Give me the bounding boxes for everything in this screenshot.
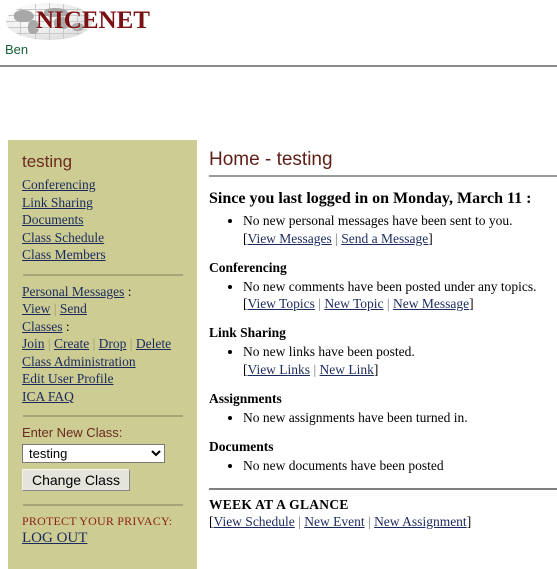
bracket-close: ] (428, 230, 433, 246)
sidebar-item-class-schedule[interactable]: Class Schedule (22, 229, 185, 247)
view-messages-link[interactable]: View Messages (248, 231, 332, 246)
logo-wordmark: NICENET (36, 7, 150, 34)
sidebar-divider-2 (23, 415, 183, 417)
link-sharing-summary: No new links have been posted. [View Lin… (209, 344, 557, 378)
personal-messages-colon: : (124, 283, 132, 299)
new-assignment-link[interactable]: New Assignment (374, 514, 467, 529)
classes-delete-link[interactable]: Delete (136, 336, 171, 351)
classes-sep-1: | (44, 336, 54, 351)
classes-join-link[interactable]: Join (22, 336, 45, 351)
action-sep: | (331, 230, 342, 246)
conferencing-summary: No new comments have been posted under a… (209, 279, 557, 313)
bracket-close: ] (469, 296, 474, 311)
bracket-close: ] (466, 513, 472, 529)
sidebar-divider-1 (23, 273, 183, 276)
header-divider (0, 65, 557, 67)
view-links-link[interactable]: View Links (248, 362, 311, 377)
page-header: NICENET Ben (0, 0, 557, 67)
pm-sep-1: | (50, 301, 60, 316)
section-heading-link-sharing: Link Sharing (209, 325, 286, 340)
summary-text: No new assignments have been turned in. (243, 409, 468, 425)
classes-drop-link[interactable]: Drop (99, 336, 127, 351)
list-item: No new assignments have been turned in. (243, 410, 557, 427)
week-at-a-glance-title: WEEK AT A GLANCE (209, 496, 349, 512)
summary-actions: [View Messages | Send a Message] (243, 230, 557, 247)
enter-new-class-label: Enter New Class: (22, 425, 123, 440)
section-heading-conferencing: Conferencing (209, 259, 287, 275)
list-item: No new documents have been posted (243, 458, 557, 475)
assignments-summary: No new assignments have been turned in. (209, 410, 557, 427)
section-heading-documents: Documents (209, 439, 274, 454)
pm-view-link[interactable]: View (22, 301, 50, 316)
sidebar-item-class-administration[interactable]: Class Administration (22, 353, 185, 371)
view-topics-link[interactable]: View Topics (248, 296, 315, 311)
action-sep: | (364, 513, 375, 529)
class-select[interactable]: testing (22, 444, 165, 463)
action-sep: | (314, 296, 325, 311)
sidebar-divider-3 (23, 504, 183, 506)
summary-text: No new personal messages have been sent … (243, 213, 513, 228)
action-sep: | (310, 361, 320, 377)
sidebar: testing Conferencing Link Sharing Docume… (8, 140, 197, 569)
classes-actions: Join | Create | Drop | Delete (22, 335, 185, 353)
logout-link[interactable]: LOG OUT (22, 529, 185, 547)
list-item: No new comments have been posted under a… (243, 279, 557, 313)
personal-messages-label[interactable]: Personal Messages (22, 284, 124, 299)
classes-sep-3: | (126, 336, 136, 351)
sidebar-item-conferencing[interactable]: Conferencing (22, 176, 185, 194)
action-sep: | (383, 296, 393, 311)
sidebar-item-edit-user-profile[interactable]: Edit User Profile (22, 370, 185, 388)
new-topic-link[interactable]: New Topic (324, 296, 383, 311)
list-item: No new personal messages have been sent … (243, 213, 557, 247)
privacy-notice: PROTECT YOUR PRIVACY: (22, 514, 173, 528)
sidebar-item-class-members[interactable]: Class Members (22, 246, 185, 264)
classes-sep-2: | (89, 336, 99, 351)
view-schedule-link[interactable]: View Schedule (214, 514, 295, 529)
summary-text: No new comments have been posted under a… (243, 278, 537, 294)
glance-divider (209, 487, 557, 490)
summary-text: No new links have been posted. (243, 344, 415, 359)
new-event-link[interactable]: New Event (304, 514, 364, 529)
documents-summary: No new documents have been posted (209, 458, 557, 475)
sidebar-item-ica-faq[interactable]: ICA FAQ (22, 388, 185, 406)
new-message-link[interactable]: New Message (393, 296, 469, 311)
classes-group: Classes : (22, 318, 185, 336)
classes-colon: : (62, 318, 70, 334)
personal-messages-summary: No new personal messages have been sent … (209, 213, 557, 247)
since-last-login-heading: Since you last logged in on Monday, Marc… (209, 190, 532, 207)
title-divider (209, 175, 557, 177)
action-sep: | (294, 513, 305, 529)
send-a-message-link[interactable]: Send a Message (341, 231, 428, 246)
week-at-a-glance-actions: [View Schedule | New Event | New Assignm… (209, 513, 557, 530)
sidebar-item-documents[interactable]: Documents (22, 211, 185, 229)
bracket-close: ] (373, 361, 379, 377)
summary-text: No new documents have been posted (243, 458, 444, 473)
username-label: Ben (5, 42, 29, 57)
personal-messages-group: Personal Messages : (22, 283, 185, 301)
nicenet-logo[interactable]: NICENET (6, 3, 152, 41)
sidebar-class-title: testing (22, 152, 73, 171)
sidebar-item-link-sharing[interactable]: Link Sharing (22, 194, 185, 212)
personal-messages-actions: View | Send (22, 300, 185, 318)
page-title: Home - testing (209, 149, 333, 170)
pm-send-link[interactable]: Send (60, 301, 87, 316)
list-item: No new links have been posted. [View Lin… (243, 344, 557, 378)
classes-label[interactable]: Classes (22, 319, 63, 334)
new-link-link[interactable]: New Link (320, 362, 374, 377)
classes-create-link[interactable]: Create (54, 336, 89, 351)
main-content: Home - testing Since you last logged in … (209, 148, 557, 530)
link-sharing-actions: [View Links | New Link] (243, 361, 557, 378)
section-heading-assignments: Assignments (209, 390, 282, 406)
change-class-button[interactable]: Change Class (22, 469, 130, 491)
conferencing-actions: [View Topics | New Topic | New Message] (243, 295, 557, 312)
